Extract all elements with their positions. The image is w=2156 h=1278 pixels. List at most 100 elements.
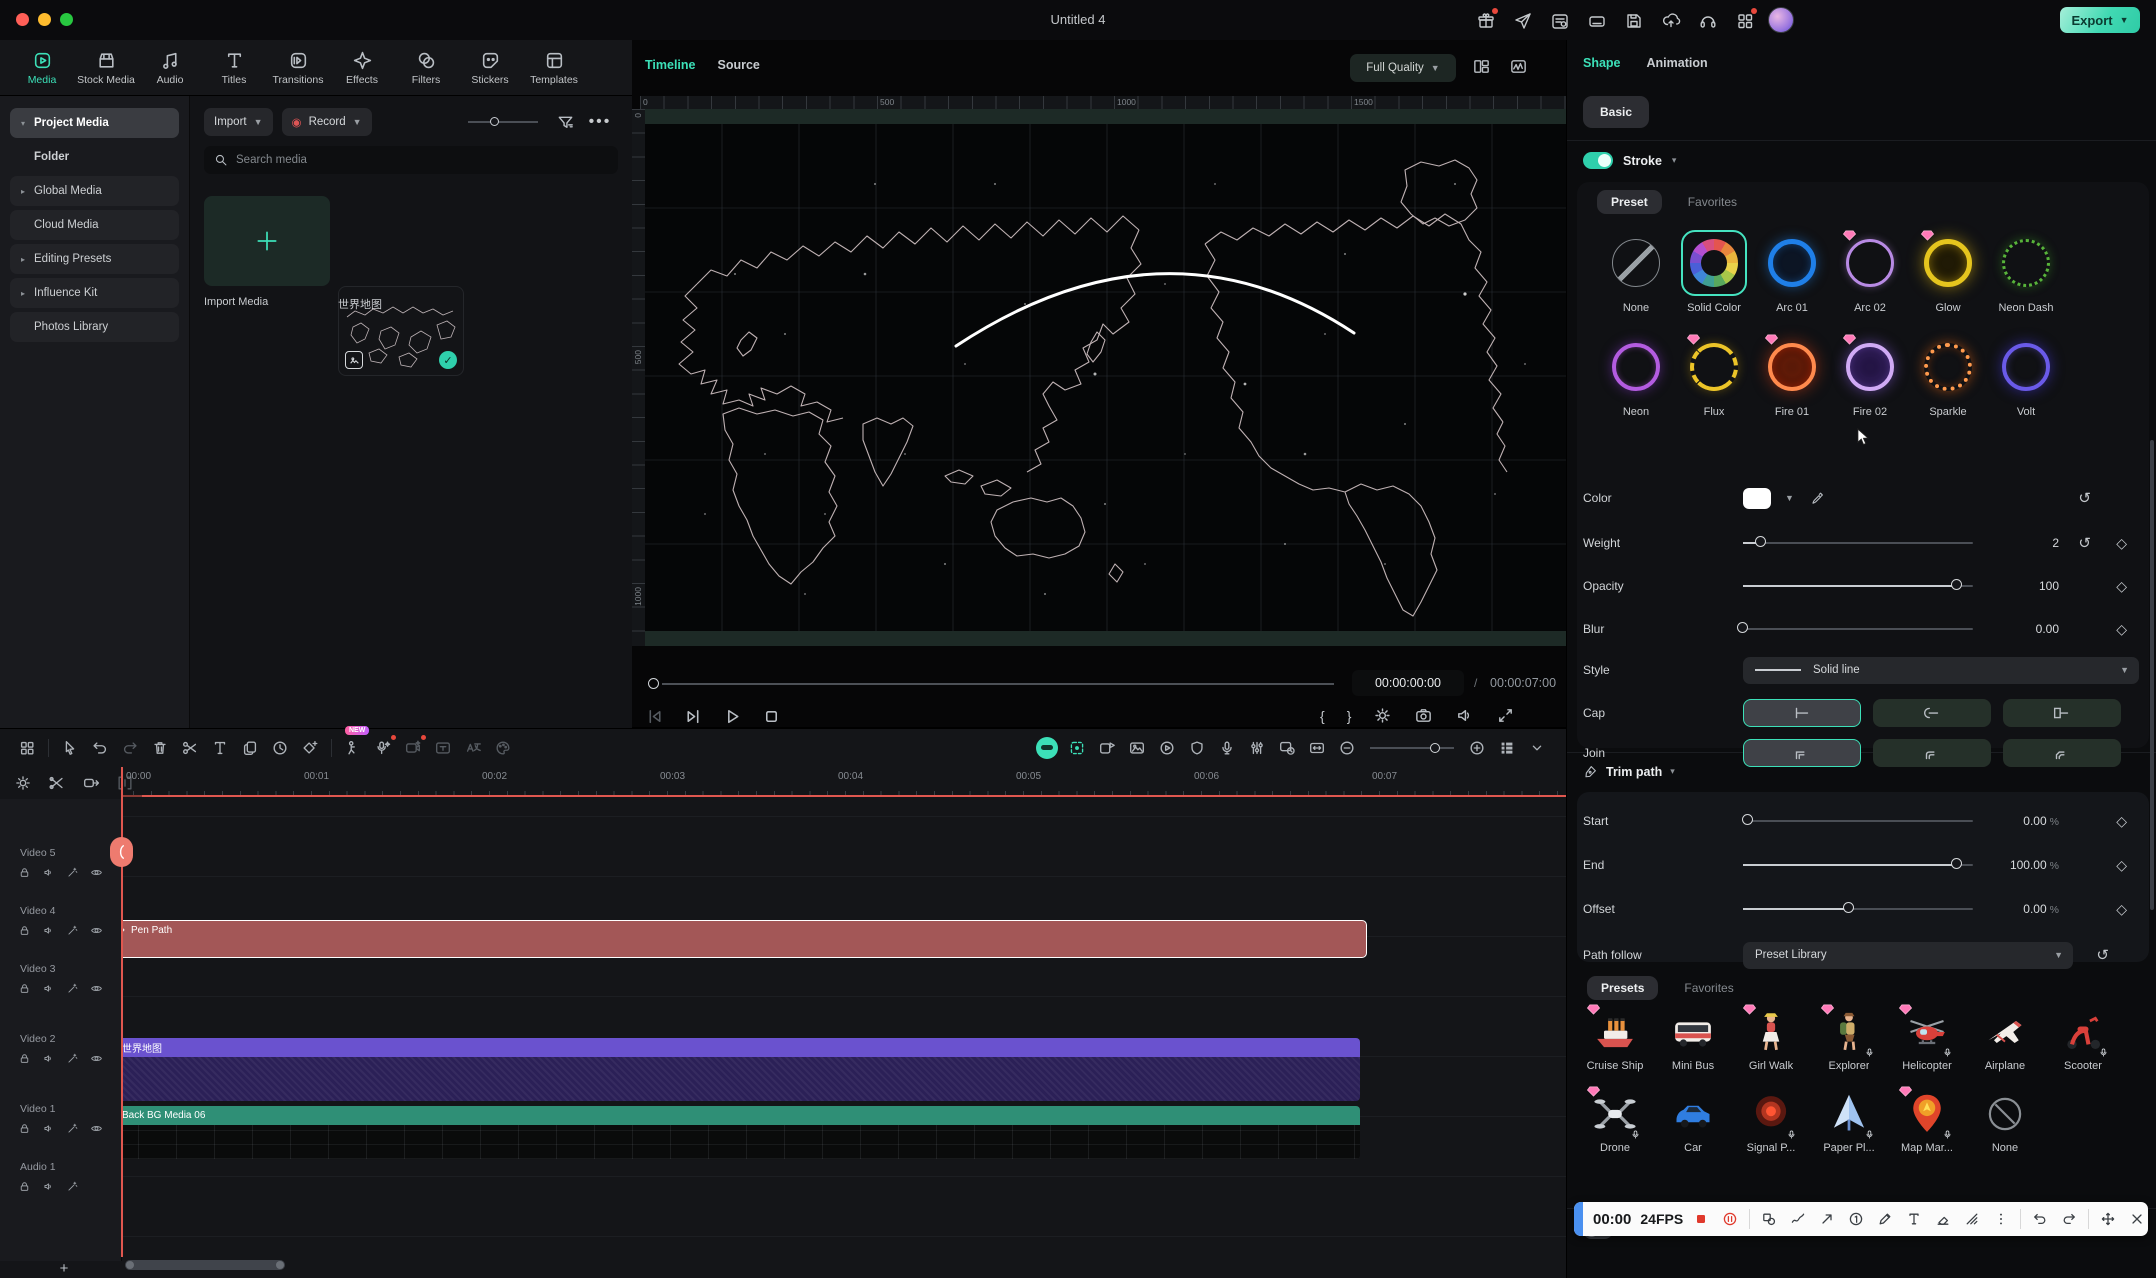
touchbar-button[interactable] bbox=[1585, 9, 1608, 32]
timeline-zoom-slider[interactable] bbox=[1370, 747, 1454, 749]
stroke-preset-solid-color[interactable]: Solid Color bbox=[1675, 230, 1753, 314]
stop-button[interactable] bbox=[761, 706, 782, 727]
clip-pen-path[interactable]: Pen Path bbox=[122, 920, 1367, 958]
start-slider[interactable] bbox=[1743, 820, 1973, 822]
mixer-button[interactable] bbox=[1242, 733, 1272, 763]
caret-down-icon[interactable]: ▾ bbox=[1670, 766, 1675, 777]
apps-button[interactable] bbox=[1733, 9, 1756, 32]
trash-button[interactable] bbox=[145, 733, 175, 763]
ai-video-button[interactable] bbox=[398, 733, 428, 763]
track-audio-icon[interactable] bbox=[42, 866, 55, 879]
ai-palette-button[interactable] bbox=[488, 733, 518, 763]
path-preset-airplane[interactable]: Airplane bbox=[1966, 1004, 2044, 1072]
sidebar-item-project-media[interactable]: ▾ Project Media bbox=[10, 108, 179, 138]
kebab-button[interactable] bbox=[1991, 1209, 2011, 1229]
play-button[interactable] bbox=[722, 706, 743, 727]
path-preset-girl-walk[interactable]: Girl Walk bbox=[1732, 1004, 1810, 1072]
current-timecode[interactable]: 00:00:00:00 bbox=[1352, 670, 1464, 696]
eraser-button[interactable] bbox=[1933, 1209, 1953, 1229]
speaker-button[interactable] bbox=[1455, 706, 1474, 725]
keyframe-diamond-icon[interactable]: ◇ bbox=[2116, 621, 2127, 638]
weight-value[interactable]: 2 bbox=[1989, 536, 2059, 550]
render-button[interactable] bbox=[1152, 733, 1182, 763]
opacity-value[interactable]: 100 bbox=[1989, 579, 2059, 593]
lock-icon[interactable] bbox=[18, 924, 31, 937]
path-preset-drone[interactable]: Drone bbox=[1576, 1086, 1654, 1154]
path-preset-signal-p[interactable]: Signal P... bbox=[1732, 1086, 1810, 1154]
zoom-out-button[interactable] bbox=[1332, 733, 1362, 763]
keyframe-add-button[interactable] bbox=[295, 733, 325, 763]
add-track-button[interactable]: + bbox=[55, 1259, 73, 1277]
more-options-icon[interactable]: ••• bbox=[589, 113, 612, 131]
reset-icon[interactable]: ↺ bbox=[2078, 534, 2091, 552]
stroke-preset-volt[interactable]: Volt bbox=[1987, 334, 2065, 418]
save-button[interactable] bbox=[1622, 9, 1645, 32]
track-header-audio-1[interactable]: Audio 1 bbox=[0, 1161, 122, 1193]
chevron-down-icon[interactable]: ▼ bbox=[1785, 493, 1794, 503]
stroke-preset-none[interactable]: None bbox=[1597, 230, 1675, 314]
tab-transitions[interactable]: Transitions bbox=[268, 50, 328, 86]
link-button[interactable] bbox=[78, 771, 104, 795]
caret-down-icon[interactable]: ▾ bbox=[1672, 155, 1677, 166]
stroke-preset-sparkle[interactable]: Sparkle bbox=[1909, 334, 1987, 418]
redo-button[interactable] bbox=[115, 733, 145, 763]
join-round-button[interactable] bbox=[1873, 739, 1991, 767]
style-dropdown[interactable]: Solid line ▼ bbox=[1743, 657, 2139, 684]
apps-button[interactable] bbox=[12, 733, 42, 763]
gear-button[interactable] bbox=[10, 771, 36, 795]
gear-button[interactable] bbox=[1373, 706, 1392, 725]
reset-icon[interactable]: ↺ bbox=[2078, 489, 2091, 507]
motion-track-button[interactable]: NEW bbox=[338, 733, 368, 763]
path-preset-mini-bus[interactable]: Mini Bus bbox=[1654, 1004, 1732, 1072]
track-audio-icon[interactable] bbox=[42, 1122, 55, 1135]
caret-down-button[interactable] bbox=[1522, 733, 1552, 763]
path-tab-favorites[interactable]: Favorites bbox=[1684, 981, 1733, 995]
stroke-preset-arc-02[interactable]: Arc 02 bbox=[1831, 230, 1909, 314]
sidebar-item-photos-library[interactable]: Photos Library bbox=[10, 312, 179, 342]
eye-icon[interactable] bbox=[90, 1122, 103, 1135]
blur-slider[interactable] bbox=[1743, 628, 1973, 630]
stop-square-button[interactable] bbox=[1691, 1209, 1711, 1229]
thumbnail-size-slider[interactable] bbox=[468, 121, 538, 123]
redo-button[interactable] bbox=[2059, 1209, 2079, 1229]
preview-canvas[interactable] bbox=[645, 109, 1566, 646]
opacity-slider[interactable] bbox=[1743, 585, 1973, 587]
eye-icon[interactable] bbox=[90, 866, 103, 879]
join-bevel-button[interactable] bbox=[2003, 739, 2121, 767]
stroke-preset-neon[interactable]: Neon bbox=[1597, 334, 1675, 418]
stroke-preset-flux[interactable]: Flux bbox=[1675, 334, 1753, 418]
export-button[interactable]: Export▼ bbox=[2060, 7, 2140, 33]
send-button[interactable] bbox=[1511, 9, 1534, 32]
scope-button[interactable] bbox=[1509, 57, 1528, 76]
keyframe-diamond-icon[interactable]: ◇ bbox=[2116, 857, 2127, 874]
ai-audio-button[interactable] bbox=[368, 733, 398, 763]
zoom-in-button[interactable] bbox=[1462, 733, 1492, 763]
sidebar-item-folder[interactable]: Folder bbox=[10, 142, 179, 172]
pencil-button[interactable] bbox=[1875, 1209, 1895, 1229]
path-preset-paper-pl[interactable]: Paper Pl... bbox=[1810, 1086, 1888, 1154]
scene-button[interactable] bbox=[1122, 733, 1152, 763]
keyframe-diamond-icon[interactable]: ◇ bbox=[2116, 901, 2127, 918]
sidebar-item-influence-kit[interactable]: ▸ Influence Kit bbox=[10, 278, 179, 308]
tab-stock-media[interactable]: Stock Media bbox=[76, 50, 136, 86]
tab-audio[interactable]: Audio bbox=[140, 50, 200, 86]
razor-button[interactable] bbox=[44, 771, 70, 795]
shield-button[interactable] bbox=[1182, 733, 1212, 763]
playhead-handle[interactable] bbox=[110, 837, 133, 867]
tab-templates[interactable]: Templates bbox=[524, 50, 584, 86]
track-audio-icon[interactable] bbox=[42, 1052, 55, 1065]
eye-icon[interactable] bbox=[90, 982, 103, 995]
cap-butt-button[interactable] bbox=[1743, 699, 1861, 727]
end-slider[interactable] bbox=[1743, 864, 1973, 866]
eyedropper-icon[interactable] bbox=[1810, 491, 1825, 506]
lock-icon[interactable] bbox=[18, 1122, 31, 1135]
path-preset-none[interactable]: None bbox=[1966, 1086, 2044, 1154]
keyframe-diamond-icon[interactable]: ◇ bbox=[2116, 535, 2127, 552]
preview-tab-source[interactable]: Source bbox=[717, 58, 759, 72]
path-preset-map-mar[interactable]: Map Mar... bbox=[1888, 1086, 1966, 1154]
auto-frame-button[interactable] bbox=[1062, 733, 1092, 763]
copy-button[interactable] bbox=[235, 733, 265, 763]
tab-filters[interactable]: Filters bbox=[396, 50, 456, 86]
clip-back-bg-media[interactable]: Back BG Media 06 bbox=[122, 1106, 1360, 1159]
annotation-drag-handle[interactable] bbox=[1574, 1202, 1583, 1236]
